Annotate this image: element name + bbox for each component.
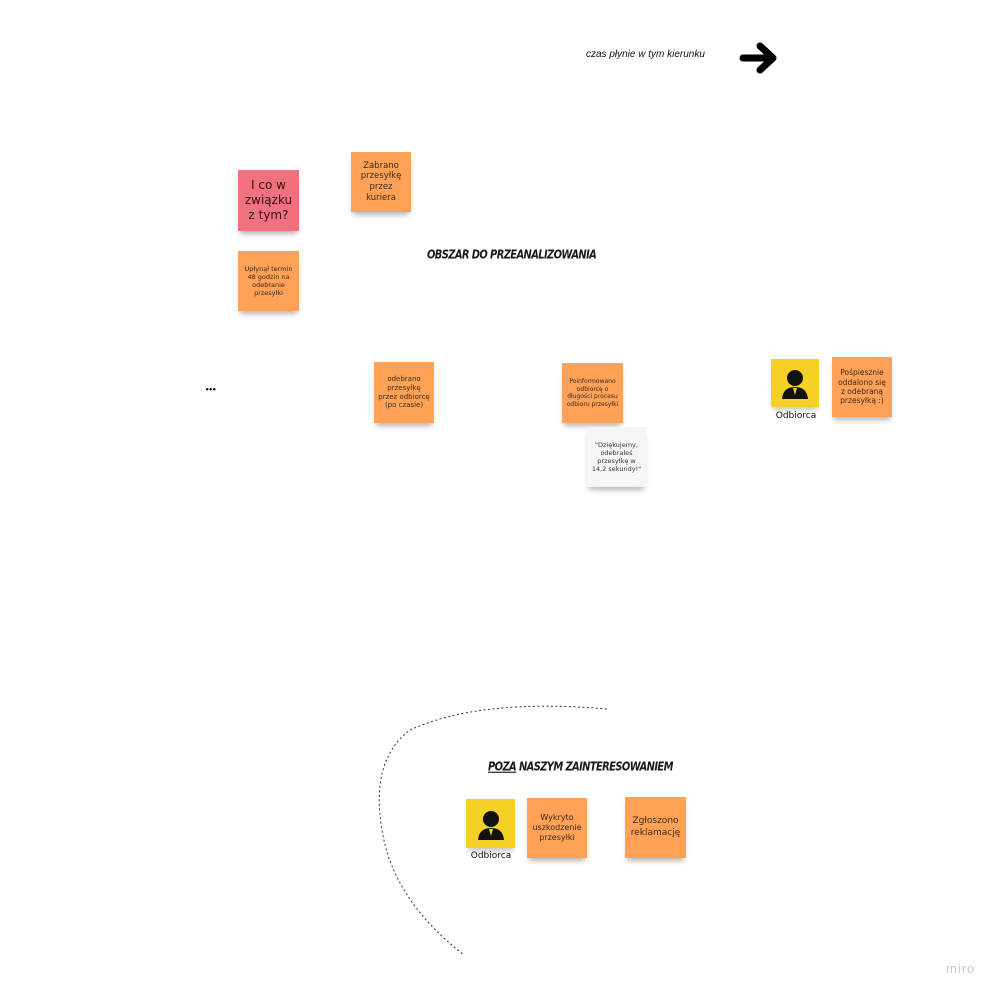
boundary-dashed-curve bbox=[378, 705, 608, 956]
miro-watermark: miro bbox=[946, 961, 976, 976]
